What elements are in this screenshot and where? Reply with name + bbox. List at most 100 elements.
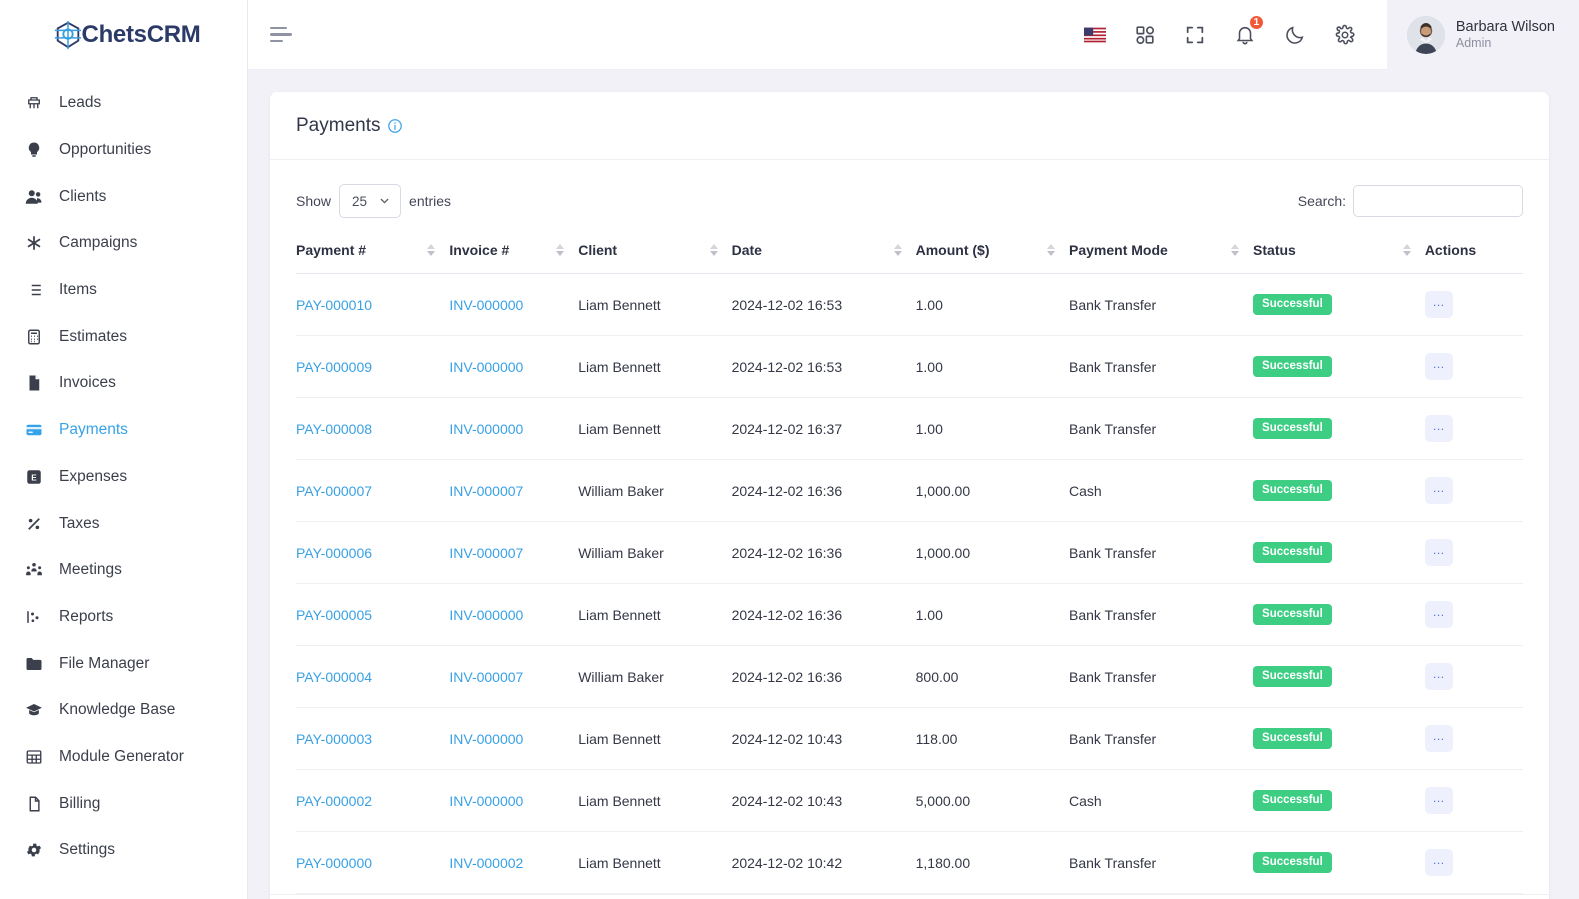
asterisk-icon xyxy=(24,233,44,253)
apps-grid-icon[interactable] xyxy=(1133,23,1157,47)
column-header-client[interactable]: Client xyxy=(578,228,732,274)
payment-link[interactable]: PAY-000005 xyxy=(296,607,372,623)
sidebar-item-billing[interactable]: Billing xyxy=(0,780,247,827)
column-header-date[interactable]: Date xyxy=(731,228,916,274)
cell-date: 2024-12-02 16:53 xyxy=(731,335,916,398)
column-header-amount[interactable]: Amount ($) xyxy=(915,228,1069,274)
settings-gear-icon[interactable] xyxy=(1333,23,1357,47)
table-row: PAY-000007 INV-000007 William Baker 2024-12… xyxy=(296,459,1523,522)
invoice-link[interactable]: INV-000000 xyxy=(449,607,523,623)
sidebar-item-estimates[interactable]: Estimates xyxy=(0,313,247,360)
sidebar-item-campaigns[interactable]: Campaigns xyxy=(0,220,247,267)
column-header-invoice[interactable]: Invoice # xyxy=(449,228,579,274)
avatar-image xyxy=(1406,15,1445,54)
payment-link[interactable]: PAY-000010 xyxy=(296,297,372,313)
sort-icon xyxy=(1047,244,1055,256)
sidebar-item-settings[interactable]: Settings xyxy=(0,827,247,874)
cell-payment-mode: Bank Transfer xyxy=(1069,707,1254,770)
search-input[interactable] xyxy=(1353,185,1523,217)
invoice-link[interactable]: INV-000000 xyxy=(449,731,523,747)
row-actions-button[interactable]: ... xyxy=(1424,539,1453,566)
table-row: PAY-000005 INV-000000 Liam Bennett 2024-12-… xyxy=(296,583,1523,646)
sidebar-item-file-manager[interactable]: File Manager xyxy=(0,640,247,687)
sidebar-item-opportunities[interactable]: Opportunities xyxy=(0,127,247,174)
invoice-link[interactable]: INV-000002 xyxy=(449,855,523,871)
payment-link[interactable]: PAY-000002 xyxy=(296,793,372,809)
status-badge: Successful xyxy=(1253,355,1332,378)
invoice-link[interactable]: INV-000007 xyxy=(449,483,523,499)
sidebar-item-module-generator[interactable]: Module Generator xyxy=(0,734,247,781)
row-actions-button[interactable]: ... xyxy=(1424,849,1453,876)
invoice-link[interactable]: INV-000007 xyxy=(449,545,523,561)
row-actions-button[interactable]: ... xyxy=(1424,477,1453,504)
table-row: PAY-000010 INV-000000 Liam Bennett 2024-12-… xyxy=(296,273,1523,336)
search-label: Search: xyxy=(1297,193,1346,209)
table-controls: Show 25 entries Search: xyxy=(296,178,1523,228)
cell-payment-mode: Bank Transfer xyxy=(1069,335,1254,398)
payment-link[interactable]: PAY-000000 xyxy=(296,855,372,871)
sidebar-item-reports[interactable]: Reports xyxy=(0,594,247,641)
sidebar-item-leads[interactable]: Leads xyxy=(0,80,247,127)
payment-link[interactable]: PAY-000003 xyxy=(296,731,372,747)
hamburger-line xyxy=(270,33,292,36)
cell-invoice: INV-000007 xyxy=(449,459,579,522)
sidebar-item-expenses[interactable]: E Expenses xyxy=(0,454,247,501)
dark-mode-moon-icon[interactable] xyxy=(1283,23,1307,47)
sidebar-item-label: Payments xyxy=(59,421,128,439)
invoice-link[interactable]: INV-000000 xyxy=(449,297,523,313)
sidebar-item-knowledge-base[interactable]: Knowledge Base xyxy=(0,687,247,734)
status-badge: Successful xyxy=(1253,727,1332,750)
file-icon xyxy=(24,373,44,393)
row-actions-button[interactable]: ... xyxy=(1424,663,1453,690)
status-badge: Successful xyxy=(1253,293,1332,316)
payment-link[interactable]: PAY-000006 xyxy=(296,545,372,561)
payment-link[interactable]: PAY-000008 xyxy=(296,421,372,437)
language-flag-us-icon[interactable] xyxy=(1083,23,1107,47)
invoice-link[interactable]: INV-000000 xyxy=(449,421,523,437)
row-actions-button[interactable]: ... xyxy=(1424,353,1453,380)
sidebar-item-label: Expenses xyxy=(59,467,128,485)
status-badge: Successful xyxy=(1253,417,1332,440)
row-actions-button[interactable]: ... xyxy=(1424,601,1453,628)
info-circle-icon[interactable] xyxy=(387,118,403,134)
invoice-link[interactable]: INV-000007 xyxy=(449,669,523,685)
column-header-payment[interactable]: Payment # xyxy=(296,228,450,274)
cell-date: 2024-12-02 16:36 xyxy=(731,521,916,584)
table-row: PAY-000006 INV-000007 William Baker 2024-12… xyxy=(296,521,1523,584)
sidebar-item-label: Opportunities xyxy=(59,141,152,159)
row-actions-button[interactable]: ... xyxy=(1424,787,1453,814)
hamburger-icon[interactable] xyxy=(270,22,296,48)
row-actions-button[interactable]: ... xyxy=(1424,725,1453,752)
sidebar-item-taxes[interactable]: Taxes xyxy=(0,500,247,547)
user-profile-menu[interactable]: Barbara Wilson Admin xyxy=(1386,0,1579,70)
column-header-status[interactable]: Status xyxy=(1253,228,1425,274)
brand-logo[interactable]: ChetsCRM xyxy=(0,0,247,70)
gear-glyph xyxy=(1335,24,1355,44)
payment-link[interactable]: PAY-000004 xyxy=(296,669,372,685)
moon-glyph xyxy=(1286,26,1304,44)
topbar: 1 Barbara Wilson Admin xyxy=(248,0,1579,70)
row-actions-button[interactable]: ... xyxy=(1424,415,1453,442)
topbar-icon-group: 1 xyxy=(1083,13,1387,47)
cell-payment-mode: Bank Transfer xyxy=(1069,521,1254,584)
sidebar-item-items[interactable]: Items xyxy=(0,267,247,314)
payment-link[interactable]: PAY-000007 xyxy=(296,483,372,499)
page-length-select[interactable]: 25 xyxy=(339,184,402,218)
topbar-right: 1 Barbara Wilson Admin xyxy=(1083,0,1579,70)
cell-payment: PAY-000000 xyxy=(296,831,450,894)
payment-link[interactable]: PAY-000009 xyxy=(296,359,372,375)
svg-text:E: E xyxy=(31,473,37,482)
column-header-payment-mode[interactable]: Payment Mode xyxy=(1069,228,1254,274)
sidebar-item-meetings[interactable]: Meetings xyxy=(0,547,247,594)
column-label: Date xyxy=(731,242,762,258)
sidebar-item-clients[interactable]: Clients xyxy=(0,173,247,220)
invoice-link[interactable]: INV-000000 xyxy=(449,793,523,809)
sidebar-item-label: Reports xyxy=(59,607,114,625)
fullscreen-icon[interactable] xyxy=(1183,23,1207,47)
notifications-bell-icon[interactable]: 1 xyxy=(1233,13,1265,47)
sidebar-item-invoices[interactable]: Invoices xyxy=(0,360,247,407)
row-actions-button[interactable]: ... xyxy=(1424,291,1453,318)
invoice-link[interactable]: INV-000000 xyxy=(449,359,523,375)
sidebar-item-payments[interactable]: Payments xyxy=(0,407,247,454)
sidebar-item-label: Module Generator xyxy=(59,747,184,765)
